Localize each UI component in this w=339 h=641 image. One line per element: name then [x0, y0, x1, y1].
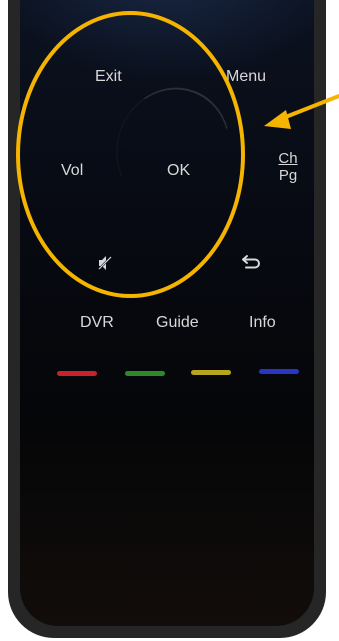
channel-page-button[interactable]: Ch Pg [277, 150, 299, 184]
page-label: Pg [278, 167, 298, 184]
yellow-key[interactable] [191, 370, 231, 375]
menu-button[interactable]: Menu [226, 68, 266, 86]
blue-key[interactable] [259, 369, 299, 374]
info-button[interactable]: Info [249, 314, 276, 332]
dvr-button[interactable]: DVR [80, 314, 114, 332]
guide-button[interactable]: Guide [156, 314, 199, 332]
channel-label: Ch [278, 150, 298, 167]
back-icon[interactable] [241, 253, 263, 269]
green-key[interactable] [125, 371, 165, 376]
pointer-arrow-icon [264, 94, 339, 129]
red-key[interactable] [57, 371, 97, 376]
highlight-ellipse [16, 11, 245, 298]
